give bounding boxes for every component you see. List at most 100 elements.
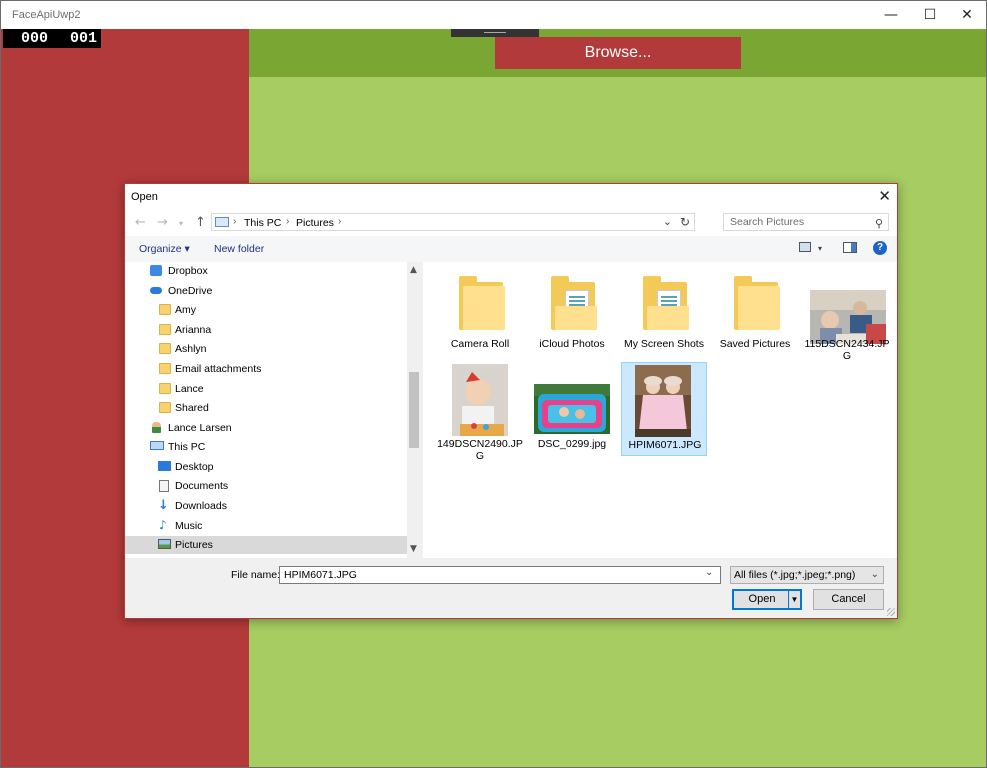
search-placeholder: Search Pictures (730, 216, 805, 228)
file-label: My Screen Shots (624, 338, 704, 350)
tree-item-label: Pictures (175, 539, 213, 551)
file-label: iCloud Photos (539, 338, 605, 350)
recent-dropdown-icon[interactable]: ▾ (179, 219, 183, 228)
tree-item-desktop[interactable]: Desktop (125, 458, 407, 476)
tree-item-this-pc[interactable]: This PC (125, 438, 407, 456)
folder-icon (159, 383, 171, 394)
file-item-camera-roll[interactable]: Camera Roll (437, 262, 523, 356)
open-split-dropdown-icon[interactable]: ▼ (788, 591, 800, 608)
tree-scrollbar[interactable]: ▲ ▼ (407, 262, 421, 558)
help-icon[interactable]: ? (873, 241, 887, 255)
tree-item-documents[interactable]: Documents (125, 477, 407, 495)
tree-item-label: Arianna (175, 324, 212, 336)
tree-item-music[interactable]: ♪ Music (125, 517, 407, 535)
file-item-saved-pictures[interactable]: Saved Pictures (712, 262, 798, 356)
tree-item-label: Email attachments (175, 363, 262, 375)
tree-item-amy[interactable]: Amy (125, 301, 407, 319)
breadcrumb-pictures[interactable]: Pictures (296, 217, 334, 229)
file-list: Camera Roll iCloud Photos My Screen Shot… (421, 262, 897, 558)
cloud-icon (150, 287, 162, 294)
title-bar: FaceApiUwp2 — ☐ ✕ (1, 1, 986, 29)
photo-thumbnail (534, 384, 610, 434)
tree-item-dropbox[interactable]: Dropbox (125, 262, 407, 280)
forward-arrow-icon[interactable]: → (157, 215, 168, 230)
view-options-icon[interactable] (799, 242, 811, 252)
tree-item-downloads[interactable]: ↓ Downloads (125, 497, 407, 515)
resize-grip[interactable] (887, 608, 895, 616)
tree-item-pictures[interactable]: Pictures (125, 536, 407, 554)
back-arrow-icon[interactable]: ← (135, 215, 146, 230)
tree-item-onedrive[interactable]: OneDrive (125, 282, 407, 300)
new-folder-button[interactable]: New folder (214, 243, 264, 255)
window-title: FaceApiUwp2 (12, 9, 81, 21)
folder-icon (159, 402, 171, 413)
counter-left: 000 (21, 30, 49, 47)
file-item-115dscn2434[interactable]: 115DSCN2434.JPG (804, 262, 890, 362)
file-label: HPIM6071.JPG (628, 439, 702, 451)
file-item-my-screen-shots[interactable]: My Screen Shots (621, 262, 707, 356)
address-dropdown-icon[interactable]: ⌄ (663, 215, 672, 228)
tree-item-lance-larsen[interactable]: Lance Larsen (125, 419, 407, 437)
tree-item-shared[interactable]: Shared (125, 399, 407, 417)
tree-item-email-attachments[interactable]: Email attachments (125, 360, 407, 378)
refresh-icon[interactable]: ↻ (680, 215, 690, 229)
close-icon[interactable]: ✕ (947, 1, 986, 29)
pictures-icon (158, 539, 171, 549)
tree-item-label: Desktop (175, 461, 214, 473)
organize-button[interactable]: Organize ▾ (139, 243, 190, 255)
computer-icon (150, 441, 164, 450)
file-type-value: All files (*.jpg;*.jpeg;*.png) (734, 569, 856, 581)
breadcrumb-separator: › (286, 216, 290, 227)
file-label: DSC_0299.jpg (537, 438, 607, 450)
tree-item-lance[interactable]: Lance (125, 380, 407, 398)
file-label: Saved Pictures (719, 338, 791, 350)
file-item-icloud-photos[interactable]: iCloud Photos (529, 262, 615, 356)
folder-icon (643, 276, 689, 330)
file-item-dsc-0299[interactable]: DSC_0299.jpg (529, 362, 615, 456)
dialog-close-icon[interactable]: ✕ (878, 187, 891, 205)
file-name-dropdown-icon[interactable]: ⌄ (705, 567, 713, 578)
scroll-down-icon[interactable]: ▼ (410, 544, 417, 554)
tree-item-label: Shared (175, 402, 209, 414)
cancel-button[interactable]: Cancel (813, 589, 884, 610)
dialog-title-bar: Open ✕ (125, 184, 897, 210)
preview-pane-icon[interactable] (843, 242, 857, 253)
folder-icon (459, 276, 505, 330)
minimize-icon[interactable]: — (871, 1, 911, 29)
file-label: 115DSCN2434.JPG (804, 338, 890, 362)
search-icon: ⚲ (874, 217, 883, 230)
folder-icon (159, 324, 171, 335)
file-type-select[interactable]: All files (*.jpg;*.jpeg;*.png) ⌄ (730, 566, 884, 584)
tree-item-ashlyn[interactable]: Ashlyn (125, 340, 407, 358)
frame-counter: 000 001 (3, 29, 101, 48)
address-bar[interactable]: › This PC › Pictures › ⌄ ↻ (211, 213, 695, 231)
file-name-label: File name: (231, 569, 281, 581)
tree-item-label: This PC (168, 441, 206, 453)
tree-item-label: Lance (175, 383, 204, 395)
user-icon (152, 422, 161, 433)
file-item-149dscn2490[interactable]: 149DSCN2490.JPG (437, 362, 523, 462)
counter-right: 001 (70, 30, 98, 47)
breadcrumb-this-pc[interactable]: This PC (244, 217, 281, 229)
up-arrow-icon[interactable]: ↑ (195, 215, 206, 230)
folder-icon (159, 363, 171, 374)
view-dropdown-icon[interactable]: ▾ (818, 244, 822, 253)
music-icon: ♪ (159, 518, 167, 532)
maximize-icon[interactable]: ☐ (910, 1, 950, 29)
folder-icon (159, 304, 171, 315)
dropbox-icon (150, 265, 162, 276)
photo-thumbnail (810, 290, 886, 344)
search-input[interactable]: Search Pictures ⚲ (723, 213, 889, 231)
file-item-hpim6071[interactable]: HPIM6071.JPG (621, 362, 707, 456)
scroll-up-icon[interactable]: ▲ (410, 265, 417, 275)
file-name-input[interactable] (279, 566, 721, 584)
drag-handle[interactable] (451, 29, 539, 37)
open-button[interactable]: Open ▼ (732, 589, 802, 610)
dialog-footer: File name: ⌄ All files (*.jpg;*.jpeg;*.p… (125, 558, 897, 618)
scrollbar-thumb[interactable] (409, 372, 419, 448)
open-button-label: Open (748, 593, 776, 605)
browse-button[interactable]: Browse... (495, 37, 741, 69)
tree-item-arianna[interactable]: Arianna (125, 321, 407, 339)
download-icon: ↓ (158, 498, 169, 513)
photo-thumbnail (635, 365, 691, 437)
